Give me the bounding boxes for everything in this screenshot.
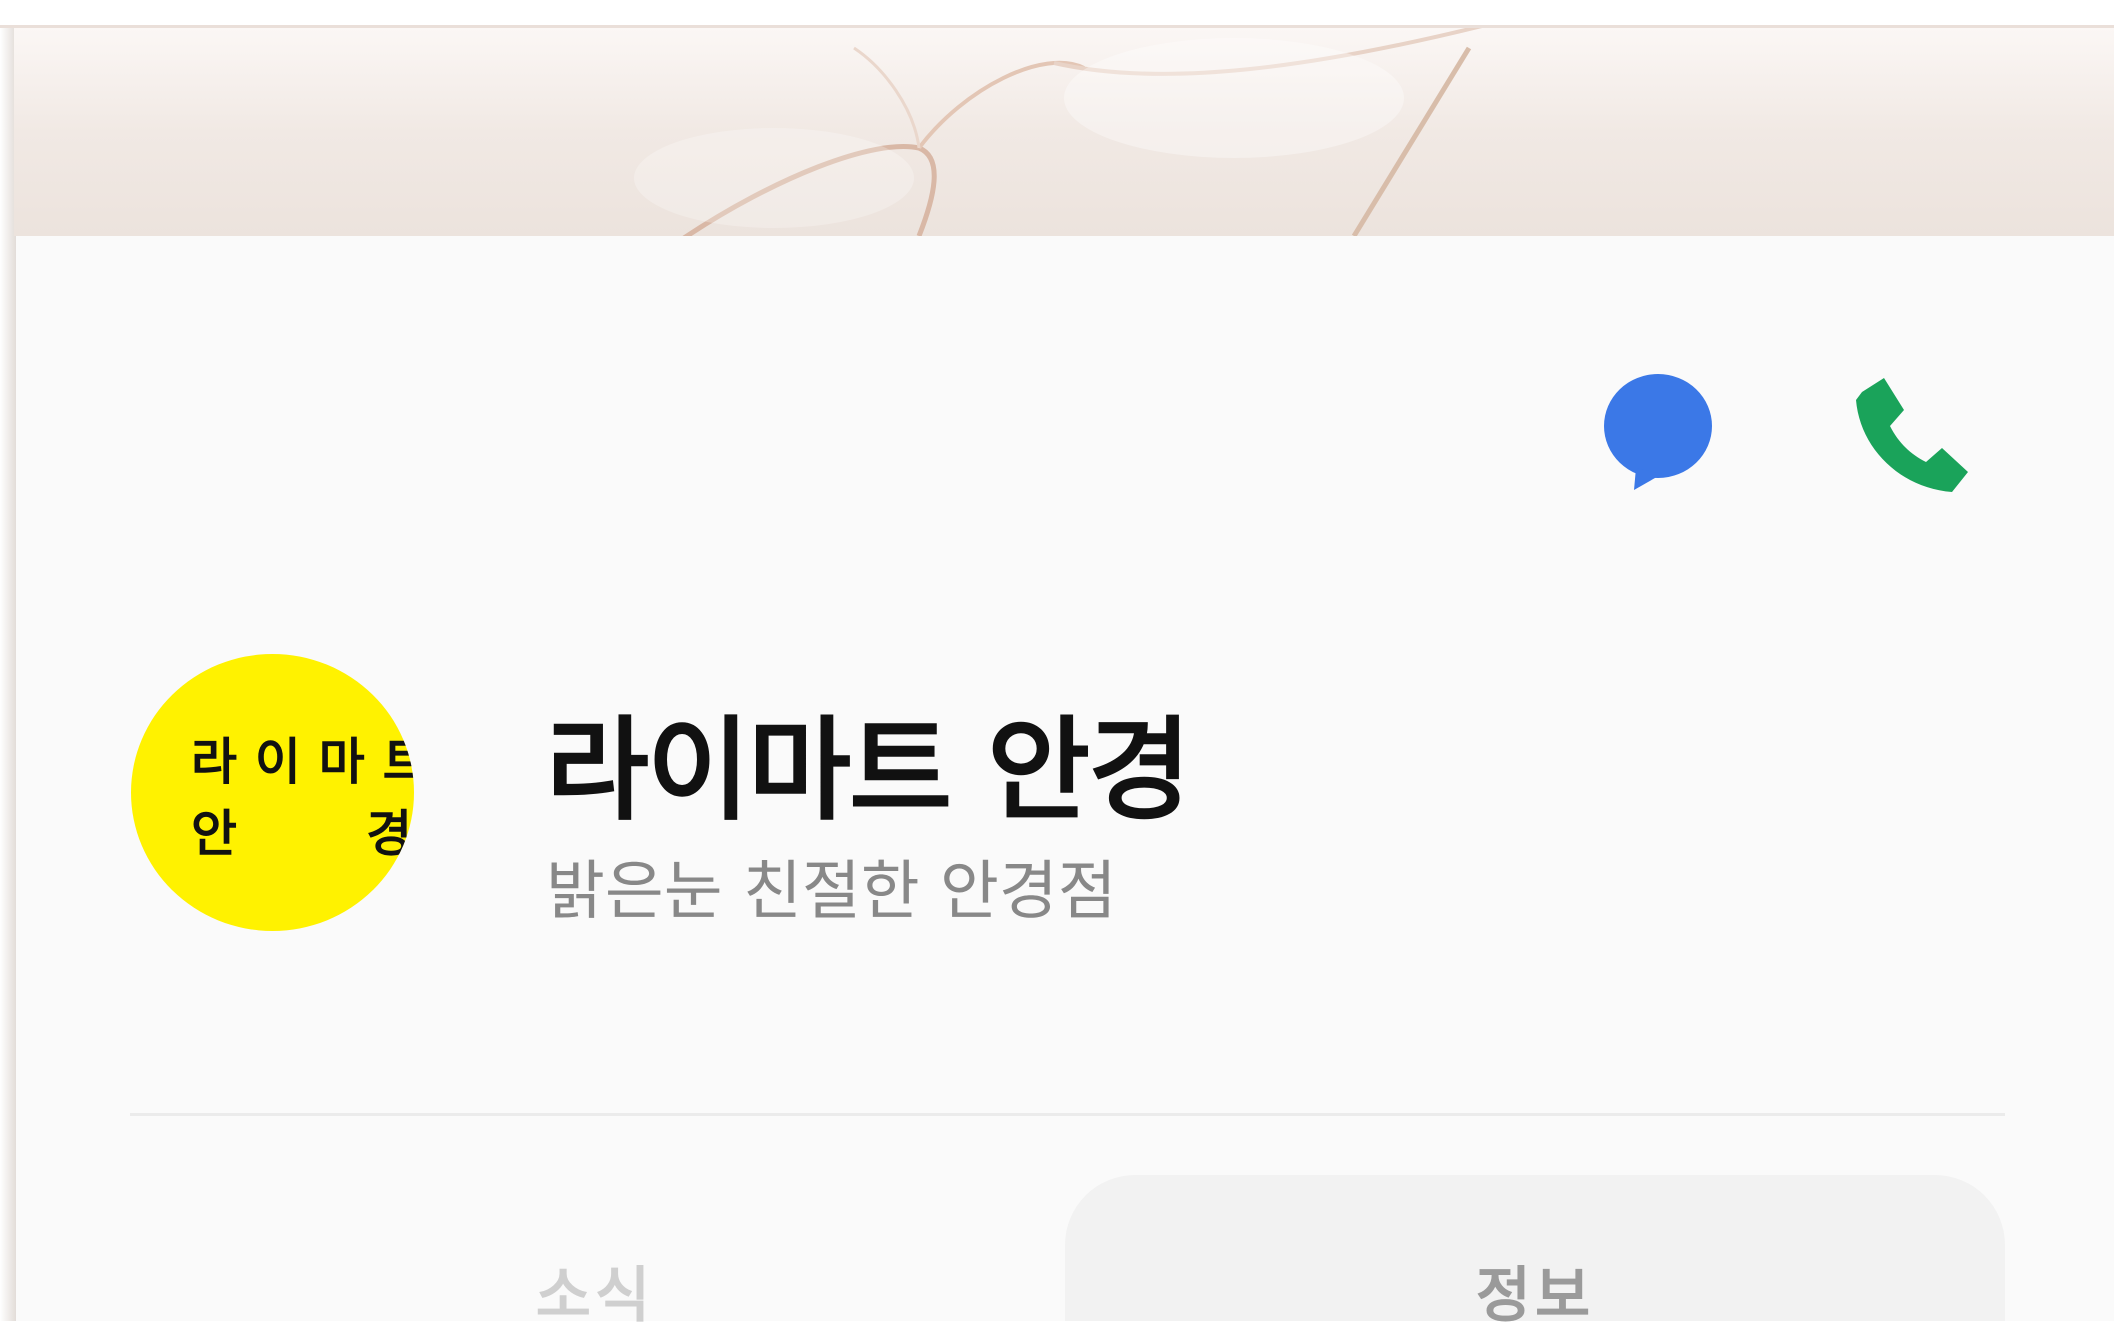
phone-icon[interactable]: [1840, 370, 1970, 500]
section-divider: [130, 1113, 2005, 1116]
tab-bar: 소식 정보: [130, 1175, 2005, 1331]
cover-image: [14, 28, 2114, 236]
profile-name: 라이마트 안경: [546, 706, 1191, 836]
tab-news[interactable]: 소식: [130, 1175, 1060, 1331]
status-message: 밝은눈 친절한 안경점: [546, 855, 1117, 929]
tab-info[interactable]: 정보: [1065, 1175, 2005, 1331]
logo-text-line2: 안 경: [191, 806, 414, 862]
chat-bubble-icon[interactable]: [1588, 370, 1718, 500]
profile-logo[interactable]: 라 이 마 트 안 경: [131, 654, 414, 931]
logo-text-line1: 라 이 마 트: [191, 734, 414, 790]
